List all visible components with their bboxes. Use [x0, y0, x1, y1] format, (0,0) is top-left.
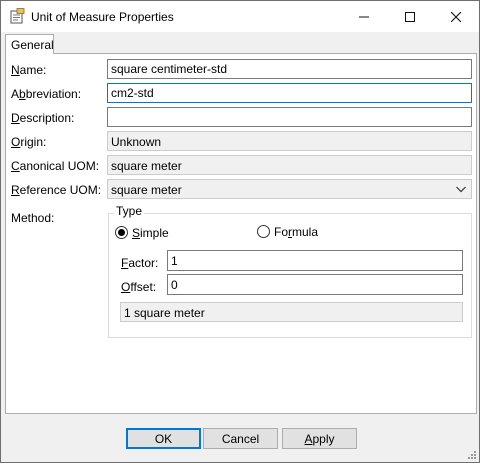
minimize-icon [359, 16, 369, 17]
cancel-button[interactable]: Cancel [203, 428, 278, 449]
reference-uom-label: Reference UOM: [11, 183, 102, 197]
reference-uom-selected: square meter [111, 183, 182, 197]
radio-selected-dot [118, 229, 125, 236]
origin-label: Origin: [11, 135, 47, 149]
offset-input[interactable] [167, 274, 463, 295]
abbreviation-label: Abbreviation: [11, 87, 82, 101]
factor-input[interactable] [167, 250, 463, 271]
simple-radio-label[interactable]: Simple [132, 226, 169, 240]
abbreviation-input[interactable] [107, 83, 472, 103]
origin-value: Unknown [107, 131, 472, 151]
title-bar[interactable]: Unit of Measure Properties [1, 1, 479, 32]
canonical-uom-label: Canonical UOM: [11, 159, 100, 173]
offset-label: Offset: [121, 280, 157, 294]
close-icon [451, 11, 461, 22]
apply-button[interactable]: Apply [282, 428, 357, 449]
canonical-uom-value: square meter [107, 155, 472, 175]
factor-label: Factor: [121, 256, 159, 270]
name-input[interactable] [107, 59, 472, 79]
tab-general[interactable]: General [5, 34, 54, 54]
reference-uom-select[interactable]: square meter [107, 179, 472, 199]
method-label: Method: [11, 211, 55, 225]
formula-radio[interactable] [257, 225, 270, 238]
maximize-icon [405, 11, 415, 22]
window-title: Unit of Measure Properties [31, 10, 174, 24]
close-button[interactable] [433, 1, 479, 32]
formula-radio-label[interactable]: Formula [274, 225, 318, 239]
description-input[interactable] [107, 107, 472, 127]
tab-general-label: General [11, 38, 54, 52]
chevron-down-icon [456, 186, 466, 193]
properties-icon [10, 8, 25, 24]
ok-button[interactable]: OK [126, 428, 201, 449]
maximize-button[interactable] [387, 1, 433, 32]
description-label: Description: [11, 111, 75, 125]
conversion-result: 1 square meter [120, 302, 463, 322]
name-label: Name: [11, 63, 47, 77]
minimize-button[interactable] [341, 1, 387, 32]
simple-radio[interactable] [115, 226, 128, 239]
type-group-legend: Type [114, 204, 145, 218]
dialog-window: Unit of Measure Properties General Name:… [0, 0, 480, 463]
resize-grip-icon[interactable] [466, 449, 476, 459]
